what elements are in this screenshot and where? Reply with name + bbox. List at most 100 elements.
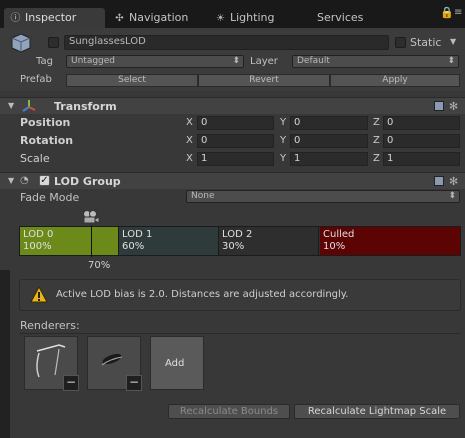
tab-inspector[interactable]: ⓘ Inspector xyxy=(4,8,105,28)
transform-header[interactable]: ▼ Transform ✻ xyxy=(0,97,465,114)
lod-1-percent: 60% xyxy=(122,241,145,252)
lod-0-name: LOD 0 xyxy=(23,229,54,240)
axis-z-label: Z xyxy=(373,117,380,128)
renderers-label: Renderers: xyxy=(20,319,80,332)
tab-services[interactable]: Services xyxy=(306,8,406,28)
rotation-z-field[interactable]: 0 xyxy=(383,134,460,148)
layer-dropdown[interactable]: Default ⬍ xyxy=(292,55,459,68)
warning-icon xyxy=(30,285,48,304)
rotation-y-field[interactable]: 0 xyxy=(290,134,368,148)
rotation-x-field[interactable]: 0 xyxy=(197,134,274,148)
rotation-label: Rotation xyxy=(20,134,74,147)
tab-label: Services xyxy=(317,11,364,24)
help-book-icon[interactable] xyxy=(434,101,444,111)
culled-segment[interactable]: Culled 10% xyxy=(320,227,460,255)
lod-cursor-percent: 70% xyxy=(88,260,111,271)
scale-x-field[interactable]: 1 xyxy=(197,152,274,166)
position-x-field[interactable]: 0 xyxy=(197,116,274,130)
foldout-arrow-icon[interactable]: ▼ xyxy=(8,101,14,110)
renderer-slot-1[interactable]: − xyxy=(24,336,79,391)
foldout-arrow-icon[interactable]: ▼ xyxy=(8,176,14,185)
object-name-field[interactable]: SunglassesLOD xyxy=(64,35,389,50)
menu-icon[interactable]: ≡ xyxy=(454,7,462,18)
remove-renderer-button[interactable]: − xyxy=(126,375,142,391)
gear-icon[interactable]: ✻ xyxy=(449,175,458,188)
lod-0-percent: 100% xyxy=(23,241,52,252)
culled-percent: 10% xyxy=(323,241,346,252)
tab-label: Lighting xyxy=(230,11,275,24)
updown-icon: ⬍ xyxy=(232,56,240,66)
warning-text: Active LOD bias is 2.0. Distances are ad… xyxy=(56,289,349,300)
revert-button[interactable]: Revert xyxy=(198,74,330,87)
static-checkbox[interactable] xyxy=(395,37,406,48)
axis-y-label: Y xyxy=(280,153,287,164)
gameobject-icon xyxy=(10,32,32,54)
axis-y-label: Y xyxy=(280,135,287,146)
sun-icon: ☀ xyxy=(216,13,225,24)
lod-1-name: LOD 1 xyxy=(122,229,153,240)
renderer-slot-2[interactable]: − xyxy=(87,336,142,391)
scrollbar[interactable] xyxy=(0,270,10,438)
fade-mode-label: Fade Mode xyxy=(20,191,80,204)
updown-icon: ⬍ xyxy=(447,56,455,66)
scale-label: Scale xyxy=(20,152,50,165)
lod-group-title: LOD Group xyxy=(54,175,121,188)
culled-name: Culled xyxy=(323,229,355,240)
layer-label: Layer xyxy=(250,56,278,67)
add-label: Add xyxy=(165,358,185,369)
axis-z-label: Z xyxy=(373,153,380,164)
scale-y-field[interactable]: 1 xyxy=(290,152,368,166)
lod-group-icon: ◔ xyxy=(20,175,29,186)
lod-2-percent: 30% xyxy=(222,241,245,252)
remove-renderer-button[interactable]: − xyxy=(63,375,79,391)
compass-icon: ✣ xyxy=(115,13,124,24)
tab-label: Inspector xyxy=(25,11,77,24)
lod-2-name: LOD 2 xyxy=(222,229,253,240)
tab-label: Navigation xyxy=(129,11,189,24)
fade-mode-dropdown[interactable]: None ⬍ xyxy=(186,190,460,203)
lod-group-header[interactable]: ▼ ◔ ✓ LOD Group ✻ xyxy=(0,172,465,189)
lod-2-segment[interactable]: LOD 2 30% xyxy=(219,227,319,255)
object-header: SunglassesLOD Static ▼ Tag Untagged ⬍ La… xyxy=(0,28,465,91)
lock-icon[interactable]: 🔒 xyxy=(440,6,454,19)
layer-value: Default xyxy=(297,56,330,66)
tab-navigation[interactable]: ✣ Navigation xyxy=(108,8,208,28)
apply-button[interactable]: Apply xyxy=(330,74,460,87)
tab-bar: ⓘ Inspector ✣ Navigation ☀ Lighting Service… xyxy=(0,0,465,28)
renderers-list xyxy=(19,333,461,395)
chevron-down-icon[interactable]: ▼ xyxy=(450,37,456,46)
lod-group-enabled-checkbox[interactable]: ✓ xyxy=(39,175,50,186)
lod-1-segment[interactable]: LOD 1 60% xyxy=(119,227,219,255)
transform-title: Transform xyxy=(54,100,117,113)
scale-z-field[interactable]: 1 xyxy=(383,152,460,166)
help-book-icon[interactable] xyxy=(434,176,444,186)
info-icon: ⓘ xyxy=(10,13,21,24)
tab-lighting[interactable]: ☀ Lighting xyxy=(209,8,309,28)
camera-icon[interactable] xyxy=(80,209,100,225)
add-renderer-button[interactable]: Add xyxy=(150,336,204,390)
position-y-field[interactable]: 0 xyxy=(290,116,368,130)
tag-dropdown[interactable]: Untagged ⬍ xyxy=(66,55,244,68)
recalculate-bounds-button[interactable]: Recalculate Bounds xyxy=(168,404,290,419)
lod-bar[interactable]: LOD 0 100% LOD 1 60% LOD 2 30% Culled 10… xyxy=(19,225,461,257)
axis-x-label: X xyxy=(186,153,193,164)
tag-label: Tag xyxy=(36,56,53,67)
axis-z-label: Z xyxy=(373,135,380,146)
position-label: Position xyxy=(20,116,71,129)
select-button[interactable]: Select xyxy=(66,74,198,87)
lod-0-segment[interactable]: LOD 0 100% xyxy=(20,227,119,255)
gear-icon[interactable]: ✻ xyxy=(449,100,458,113)
axis-x-label: X xyxy=(186,117,193,128)
updown-icon: ⬍ xyxy=(448,191,456,201)
lod-cursor-line[interactable] xyxy=(91,225,92,257)
position-z-field[interactable]: 0 xyxy=(383,116,460,130)
prefab-label: Prefab xyxy=(20,74,52,85)
transform-axes-icon xyxy=(22,99,36,113)
tag-value: Untagged xyxy=(71,56,116,66)
axis-y-label: Y xyxy=(280,117,287,128)
axis-x-label: X xyxy=(186,135,193,146)
transform-body: Position X 0 Y 0 Z 0 Rotation X 0 Y 0 Z … xyxy=(0,114,465,170)
static-label: Static xyxy=(410,36,442,49)
recalculate-lightmap-scale-button[interactable]: Recalculate Lightmap Scale xyxy=(294,404,460,419)
active-checkbox[interactable] xyxy=(48,37,59,48)
